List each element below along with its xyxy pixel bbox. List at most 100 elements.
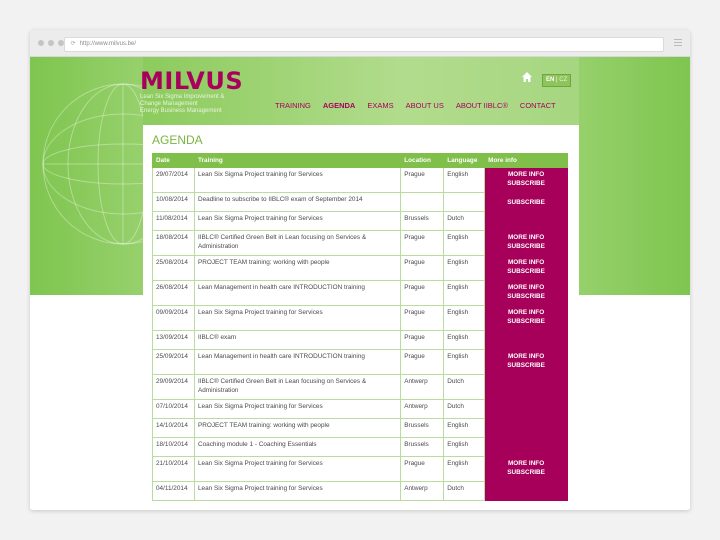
table-row: 10/08/2014 Deadline to subscribe to IIBLC… [152,192,568,212]
cell-date: 25/09/2014 [152,349,195,375]
nav-agenda[interactable]: AGENDA [323,101,356,111]
cell-training: Deadline to subscribe to IIBLC® exam of … [193,192,402,212]
cell-location: Brussels [400,437,445,457]
cell-training: Lean Management in health care INTRODUCT… [193,349,402,375]
cell-language: English [443,305,486,331]
cell-more-info [484,374,568,400]
close-dot[interactable] [38,40,44,46]
cell-date: 21/10/2014 [152,456,195,482]
more-info-link[interactable]: MORE INFO [488,283,564,292]
more-info-link[interactable]: MORE INFO [488,459,564,468]
subscribe-link[interactable]: SUBSCRIBE [488,179,564,188]
more-info-link[interactable]: MORE INFO [488,170,564,179]
cell-training: Lean Six Sigma Project training for Serv… [193,167,402,193]
agenda-table-body: 29/07/2014 Lean Six Sigma Project trainin… [152,167,568,501]
main-content: MILVUS Lean Six Sigma Improvement & Chan… [140,57,579,510]
nav-about-us[interactable]: ABOUT US [406,101,444,111]
cell-date: 13/09/2014 [152,330,195,350]
table-row: 26/08/2014 Lean Management in health care… [152,280,568,306]
cell-language: English [443,230,486,256]
cell-location: Antwerp [400,399,445,419]
subscribe-link[interactable]: SUBSCRIBE [488,267,564,276]
site-header: MILVUS Lean Six Sigma Improvement & Chan… [140,57,579,125]
cell-language: Dutch [443,481,486,501]
more-info-link[interactable]: MORE INFO [488,233,564,242]
cell-language: English [443,456,486,482]
table-row: 21/10/2014 Lean Six Sigma Project trainin… [152,456,568,482]
cell-more-info [484,481,568,501]
tagline-line-2: Change Management [140,101,198,107]
nav-training[interactable]: TRAINING [275,101,311,111]
hamburger-menu-icon[interactable] [674,39,682,48]
cell-training: Lean Six Sigma Project training for Serv… [193,456,402,482]
browser-window: ⟳ http://www.milvus.be/ MILVUS Lean Six … [30,30,690,510]
more-info-link[interactable]: MORE INFO [488,258,564,267]
cell-more-info: MORE INFO SUBSCRIBE [484,456,568,482]
table-row: 18/08/2014 IIBLC® Certified Green Belt in… [152,230,568,256]
cell-more-info [484,330,568,350]
cell-language: Dutch [443,399,486,419]
home-icon[interactable] [521,71,533,83]
table-header-row: Date Training Location Language More inf… [152,153,568,168]
cell-date: 25/08/2014 [152,255,195,281]
cell-date: 07/10/2014 [152,399,195,419]
subscribe-link[interactable]: SUBSCRIBE [488,242,564,251]
cell-training: IIBLC® Certified Green Belt in Lean focu… [193,230,402,256]
cell-location: Prague [400,349,445,375]
cell-location [400,192,445,212]
cell-training: Lean Six Sigma Project training for Serv… [193,481,402,501]
cell-location: Brussels [400,211,445,231]
cell-training: Coaching module 1 - Coaching Essentials [193,437,402,457]
cell-date: 18/08/2014 [152,230,195,256]
lang-cz-link[interactable]: CZ [559,77,567,83]
tagline-line-3: Energy Business Management [140,108,222,114]
cell-language: English [443,255,486,281]
page-title: AGENDA [152,133,203,147]
table-row: 29/09/2014 IIBLC® Certified Green Belt in… [152,374,568,400]
table-row: 25/08/2014 PROJECT TEAM training: working… [152,255,568,281]
table-row: 04/11/2014 Lean Six Sigma Project trainin… [152,481,568,501]
cell-location: Prague [400,280,445,306]
url-text: http://www.milvus.be/ [79,41,137,47]
main-nav: TRAINING AGENDA EXAMS ABOUT US ABOUT IIB… [275,101,568,111]
cell-language [443,192,486,212]
more-info-link[interactable]: MORE INFO [488,352,564,361]
cell-more-info: MORE INFO SUBSCRIBE [484,349,568,375]
nav-contact[interactable]: CONTACT [520,101,556,111]
window-controls [38,40,64,46]
cell-training: Lean Six Sigma Project training for Serv… [193,399,402,419]
cell-date: 09/09/2014 [152,305,195,331]
cell-date: 26/08/2014 [152,280,195,306]
subscribe-link[interactable]: SUBSCRIBE [488,317,564,326]
cell-language: English [443,330,486,350]
cell-language: English [443,167,486,193]
table-row: 13/09/2014 IIBLC® exam Prague English [152,330,568,350]
cell-training: PROJECT TEAM training: working with peop… [193,255,402,281]
reload-icon[interactable]: ⟳ [68,38,78,51]
cell-training: Lean Six Sigma Project training for Serv… [193,211,402,231]
cell-more-info [484,399,568,419]
subscribe-link[interactable]: SUBSCRIBE [488,292,564,301]
minimize-dot[interactable] [48,40,54,46]
nav-exams[interactable]: EXAMS [367,101,393,111]
cell-language: English [443,349,486,375]
cell-training: IIBLC® exam [193,330,402,350]
cell-more-info: MORE INFO SUBSCRIBE [484,255,568,281]
subscribe-link[interactable]: SUBSCRIBE [488,195,564,207]
subscribe-link[interactable]: SUBSCRIBE [488,468,564,477]
more-info-link[interactable]: MORE INFO [488,308,564,317]
subscribe-link[interactable]: SUBSCRIBE [488,361,564,370]
table-row: 25/09/2014 Lean Management in health care… [152,349,568,375]
cell-location: Prague [400,167,445,193]
language-switcher: EN | CZ [542,74,572,87]
table-row: 11/08/2014 Lean Six Sigma Project trainin… [152,211,568,231]
cell-training: IIBLC® Certified Green Belt in Lean focu… [193,374,402,400]
address-bar[interactable]: ⟳ http://www.milvus.be/ [64,37,664,52]
browser-toolbar: ⟳ http://www.milvus.be/ [30,30,690,57]
lang-en-link[interactable]: EN [546,77,554,83]
site-logo[interactable]: MILVUS [140,67,243,95]
cell-language: English [443,437,486,457]
col-header-training: Training [193,153,402,168]
table-row: 29/07/2014 Lean Six Sigma Project trainin… [152,167,568,193]
nav-about-iiblc[interactable]: ABOUT IIBLC® [456,101,508,111]
